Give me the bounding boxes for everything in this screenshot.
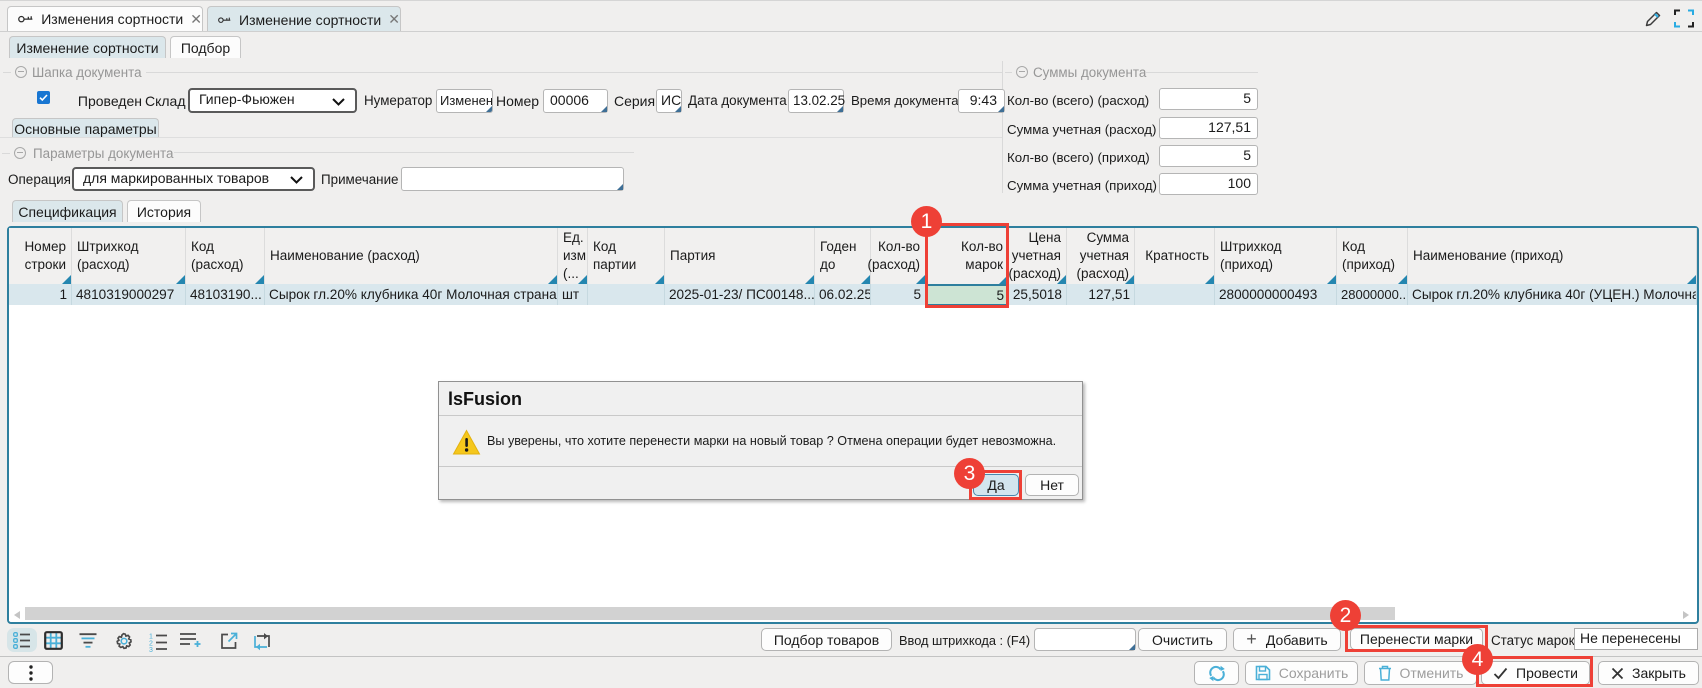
svg-text:3: 3 [149, 647, 153, 652]
svg-text:1: 1 [149, 634, 153, 641]
